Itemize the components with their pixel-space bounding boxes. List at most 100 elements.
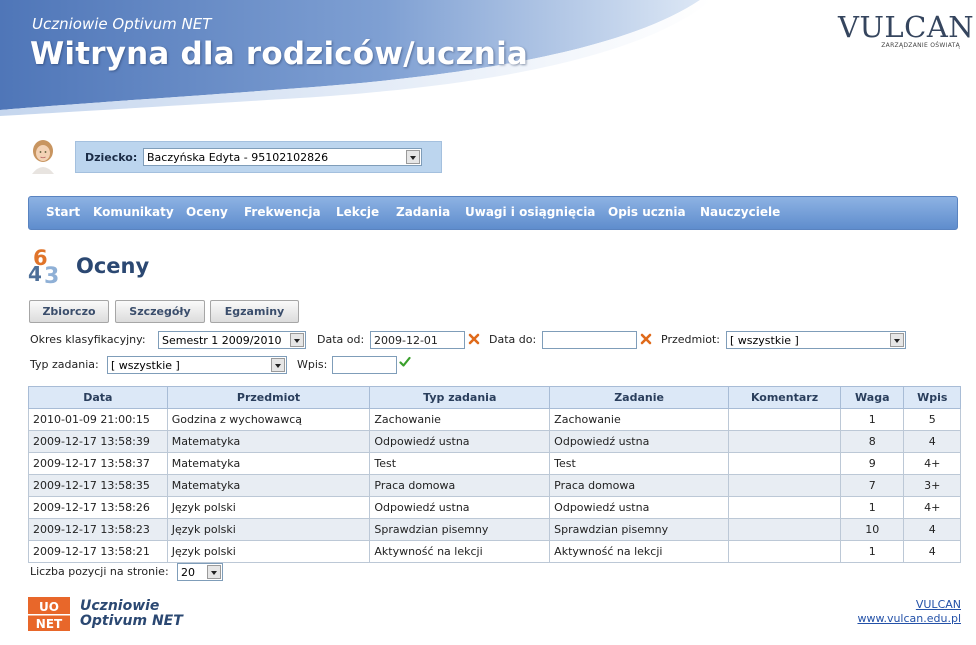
uonet-badge-top: UO bbox=[39, 600, 59, 614]
chevron-down-icon[interactable] bbox=[406, 150, 420, 164]
grade-input[interactable] bbox=[332, 356, 397, 374]
exams-view-button[interactable]: Egzaminy bbox=[210, 300, 299, 323]
chevron-down-icon[interactable] bbox=[290, 333, 304, 347]
vulcan-logo-text: VULCAN bbox=[838, 10, 975, 44]
header: Uczniowie Optivum NET Witryna dla rodzic… bbox=[0, 0, 976, 120]
column-header-grade[interactable]: Wpis bbox=[903, 386, 961, 409]
column-header-weight[interactable]: Waga bbox=[840, 386, 905, 409]
vulcan-logo: VULCAN ZARZĄDZANIE OŚWIATĄ bbox=[838, 10, 975, 49]
task-type-select-value: [ wszystkie ] bbox=[111, 359, 180, 372]
page-size-label: Liczba pozycji na stronie: bbox=[30, 565, 169, 578]
main-menu: Start Komunikaty Oceny Frekwencja Lekcje… bbox=[28, 196, 958, 230]
cell-weight: 8 bbox=[840, 430, 905, 453]
child-select[interactable]: Baczyńska Edyta - 95102102826 bbox=[143, 148, 422, 166]
cell-weight: 1 bbox=[840, 408, 905, 431]
cell-date: 2009-12-17 13:58:21 bbox=[28, 540, 168, 563]
cell-date: 2010-01-09 21:00:15 bbox=[28, 408, 168, 431]
summary-view-button[interactable]: Zbiorczo bbox=[29, 300, 109, 323]
period-label: Okres klasyfikacyjny: bbox=[30, 333, 146, 346]
cell-grade: 4 bbox=[903, 540, 961, 563]
cell-comment bbox=[727, 452, 842, 475]
date-to-input[interactable] bbox=[542, 331, 637, 349]
table-row[interactable]: 2009-12-17 13:58:26 Język polski Odpowie… bbox=[28, 496, 961, 519]
chevron-down-icon[interactable] bbox=[271, 358, 285, 372]
cell-weight: 10 bbox=[840, 518, 905, 541]
column-header-subject[interactable]: Przedmiot bbox=[166, 386, 371, 409]
confirm-check-icon[interactable] bbox=[399, 356, 411, 368]
cell-date: 2009-12-17 13:58:39 bbox=[28, 430, 168, 453]
cell-subject: Matematyka bbox=[166, 474, 371, 497]
cell-grade: 4 bbox=[903, 518, 961, 541]
cell-task-type: Sprawdzian pisemny bbox=[369, 518, 551, 541]
cell-subject: Język polski bbox=[166, 496, 371, 519]
period-select-value: Semestr 1 2009/2010 bbox=[162, 334, 282, 347]
cell-subject: Godzina z wychowawcą bbox=[166, 408, 371, 431]
cell-task: Test bbox=[549, 452, 729, 475]
cell-task-type: Odpowiedź ustna bbox=[369, 430, 551, 453]
cell-subject: Język polski bbox=[166, 518, 371, 541]
table-row[interactable]: 2009-12-17 13:58:37 Matematyka Test Test… bbox=[28, 452, 961, 475]
clear-date-to-icon[interactable] bbox=[640, 333, 652, 345]
cell-subject: Matematyka bbox=[166, 430, 371, 453]
column-header-task-type[interactable]: Typ zadania bbox=[369, 386, 551, 409]
menu-item-nauczyciele[interactable]: Nauczyciele bbox=[700, 205, 780, 219]
app-title: Witryna dla rodziców/ucznia bbox=[30, 36, 529, 72]
cell-date: 2009-12-17 13:58:23 bbox=[28, 518, 168, 541]
menu-item-start[interactable]: Start bbox=[46, 205, 80, 219]
details-view-button[interactable]: Szczegóły bbox=[115, 300, 205, 323]
table-row[interactable]: 2009-12-17 13:58:21 Język polski Aktywno… bbox=[28, 540, 961, 563]
menu-item-uwagi[interactable]: Uwagi i osiągnięcia bbox=[465, 205, 595, 219]
menu-item-frekwencja[interactable]: Frekwencja bbox=[244, 205, 321, 219]
cell-grade: 4+ bbox=[903, 496, 961, 519]
table-row[interactable]: 2010-01-09 21:00:15 Godzina z wychowawcą… bbox=[28, 408, 961, 431]
chevron-down-icon[interactable] bbox=[890, 333, 904, 347]
column-header-task[interactable]: Zadanie bbox=[549, 386, 729, 409]
svg-text:4: 4 bbox=[28, 262, 42, 285]
uonet-badge-bottom: NET bbox=[36, 617, 63, 631]
cell-comment bbox=[727, 430, 842, 453]
grade-label: Wpis: bbox=[297, 358, 328, 371]
footer-link-website[interactable]: www.vulcan.edu.pl bbox=[857, 612, 961, 625]
grades-table: Data Przedmiot Typ zadania Zadanie Komen… bbox=[28, 386, 961, 563]
cell-task: Odpowiedź ustna bbox=[549, 496, 729, 519]
cell-weight: 1 bbox=[840, 496, 905, 519]
footer-link-vulcan[interactable]: VULCAN bbox=[916, 598, 961, 611]
cell-task: Sprawdzian pisemny bbox=[549, 518, 729, 541]
date-from-input[interactable]: 2009-12-01 bbox=[370, 331, 465, 349]
cell-task: Aktywność na lekcji bbox=[549, 540, 729, 563]
table-row[interactable]: 2009-12-17 13:58:23 Język polski Sprawdz… bbox=[28, 518, 961, 541]
column-header-date[interactable]: Data bbox=[28, 386, 168, 409]
cell-comment bbox=[727, 408, 842, 431]
cell-task-type: Praca domowa bbox=[369, 474, 551, 497]
cell-date: 2009-12-17 13:58:26 bbox=[28, 496, 168, 519]
clear-date-from-icon[interactable] bbox=[468, 333, 480, 345]
task-type-select[interactable]: [ wszystkie ] bbox=[107, 356, 287, 374]
date-from-label: Data od: bbox=[317, 333, 365, 346]
subject-select[interactable]: [ wszystkie ] bbox=[726, 331, 906, 349]
task-type-label: Typ zadania: bbox=[30, 358, 99, 371]
cell-weight: 9 bbox=[840, 452, 905, 475]
menu-item-oceny[interactable]: Oceny bbox=[186, 205, 228, 219]
child-label: Dziecko: bbox=[85, 151, 138, 164]
child-select-value: Baczyńska Edyta - 95102102826 bbox=[147, 151, 329, 164]
column-header-comment[interactable]: Komentarz bbox=[727, 386, 842, 409]
cell-subject: Matematyka bbox=[166, 452, 371, 475]
cell-comment bbox=[727, 518, 842, 541]
cell-comment bbox=[727, 474, 842, 497]
child-avatar bbox=[28, 138, 58, 174]
menu-item-zadania[interactable]: Zadania bbox=[396, 205, 450, 219]
cell-date: 2009-12-17 13:58:35 bbox=[28, 474, 168, 497]
app-subtitle: Uczniowie Optivum NET bbox=[32, 15, 212, 33]
table-row[interactable]: 2009-12-17 13:58:39 Matematyka Odpowiedź… bbox=[28, 430, 961, 453]
cell-grade: 5 bbox=[903, 408, 961, 431]
grades-icon: 6 4 3 bbox=[28, 246, 59, 285]
menu-item-komunikaty[interactable]: Komunikaty bbox=[93, 205, 174, 219]
table-row[interactable]: 2009-12-17 13:58:35 Matematyka Praca dom… bbox=[28, 474, 961, 497]
page-size-select-value: 20 bbox=[181, 566, 195, 579]
period-select[interactable]: Semestr 1 2009/2010 bbox=[158, 331, 306, 349]
chevron-down-icon[interactable] bbox=[207, 565, 221, 579]
menu-item-lekcje[interactable]: Lekcje bbox=[336, 205, 379, 219]
menu-item-opis-ucznia[interactable]: Opis ucznia bbox=[608, 205, 686, 219]
page-title: Oceny bbox=[76, 254, 150, 278]
page-size-select[interactable]: 20 bbox=[177, 563, 223, 581]
